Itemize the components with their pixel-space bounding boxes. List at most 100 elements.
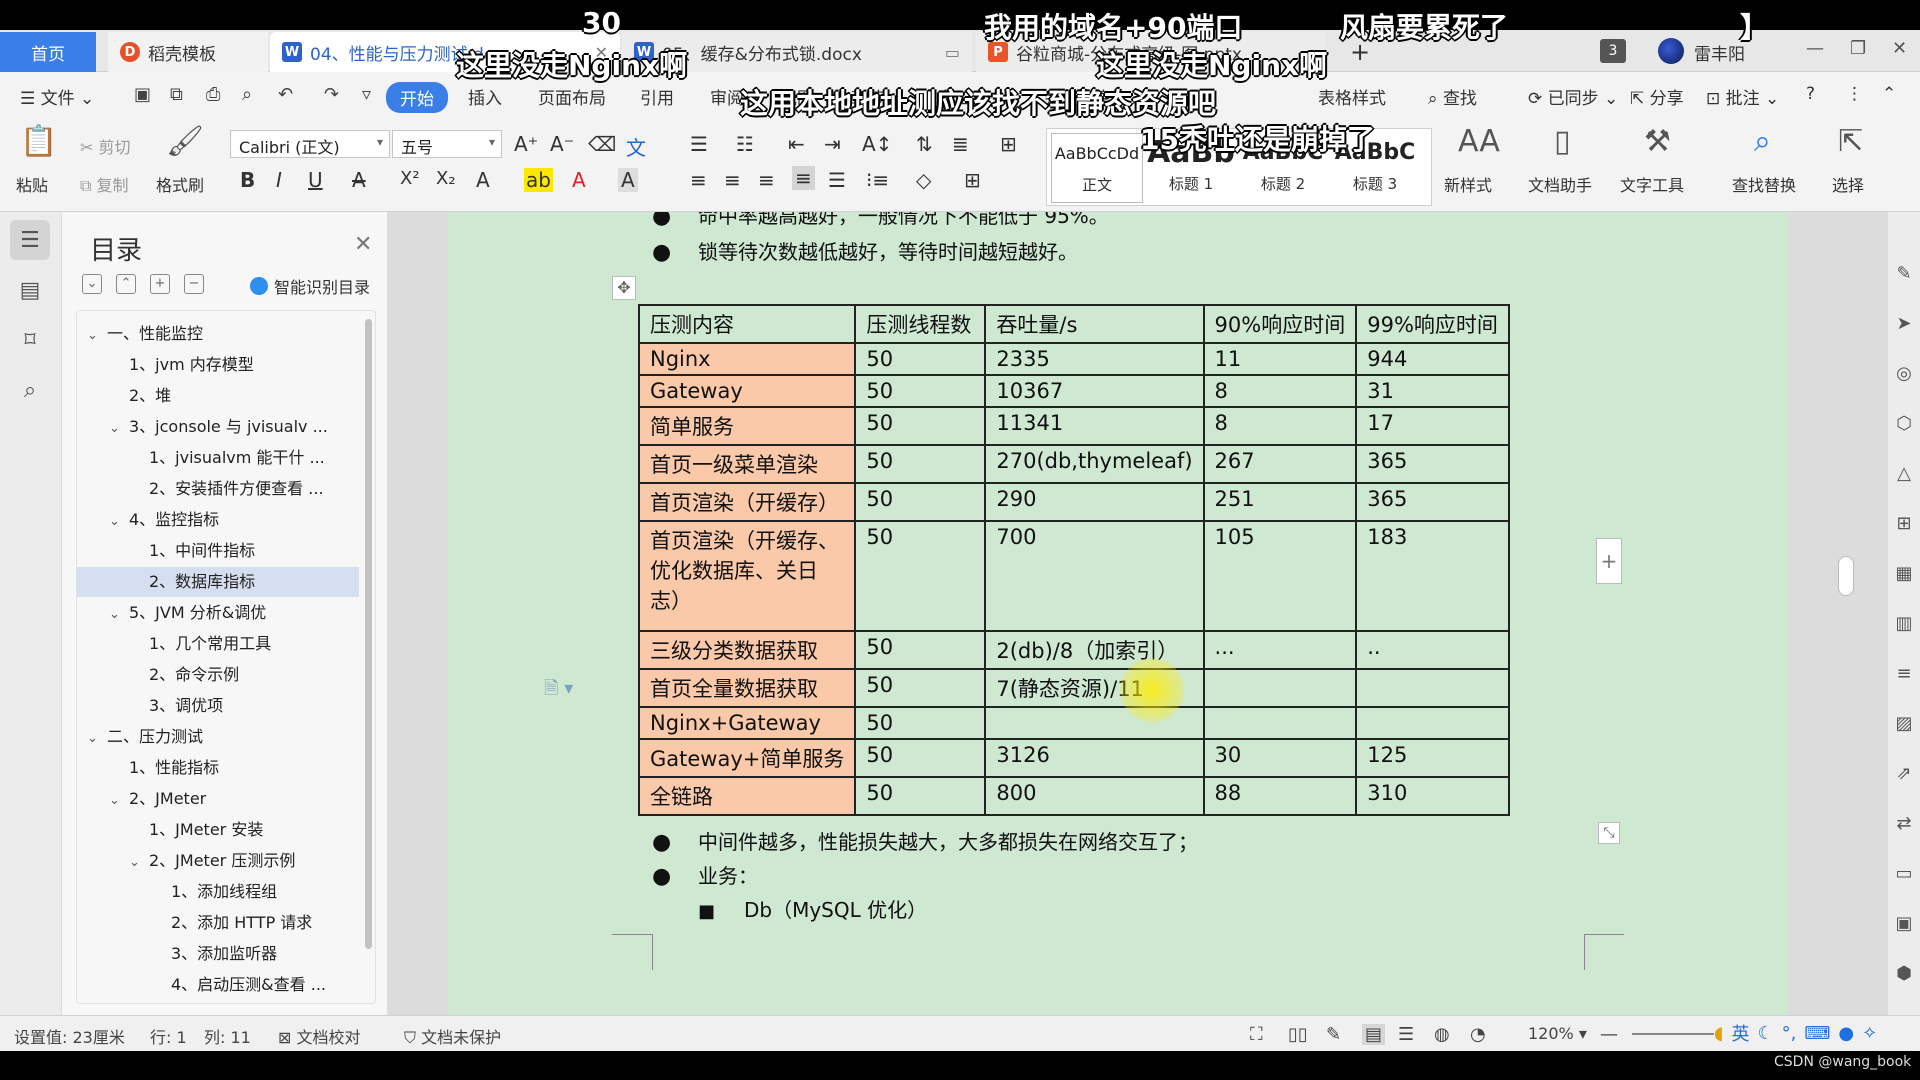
grow-font-icon[interactable]: A⁺ xyxy=(514,132,538,156)
chevron-down-icon[interactable]: ⌄ xyxy=(87,321,107,349)
table-cell[interactable]: Nginx+Gateway xyxy=(637,706,857,740)
undo-icon[interactable]: ↶ xyxy=(278,84,293,105)
table-cell[interactable]: 800 xyxy=(984,776,1205,816)
zoom-select[interactable]: 120% ▾ xyxy=(1528,1024,1587,1043)
toc-item[interactable]: ⌄ 二、压力测试 xyxy=(77,722,359,752)
menu-layout[interactable]: 页面布局 xyxy=(538,84,606,109)
table-cell[interactable]: 270(db,thymeleaf) xyxy=(984,444,1205,484)
table-cell[interactable]: 50 xyxy=(854,482,987,522)
table-cell[interactable]: 三级分类数据获取 xyxy=(637,630,857,670)
find-replace-button[interactable]: 查找替换 xyxy=(1732,172,1796,196)
toc-item[interactable]: ⌄ 5、JVM 分析&调优 xyxy=(77,598,359,628)
toc-item[interactable]: ⌄ 一、性能监控 xyxy=(77,319,359,349)
toc-item[interactable]: 3、添加监听器 xyxy=(77,939,359,969)
grid-icon[interactable]: ▦ xyxy=(1892,562,1916,586)
proof-button[interactable]: ⊠ 文档校对 xyxy=(278,1024,361,1048)
table-cell[interactable]: 11 xyxy=(1202,342,1358,376)
line-spacing-icon[interactable]: ≣ xyxy=(952,132,969,156)
table-cell[interactable]: 700 xyxy=(984,520,1205,632)
search-doc-icon[interactable]: ⌕ xyxy=(10,370,50,410)
table-cell[interactable] xyxy=(984,706,1205,740)
chart-icon[interactable]: ▥ xyxy=(1892,612,1916,636)
menu-reference[interactable]: 引用 xyxy=(640,84,674,109)
align-left-icon[interactable]: ≡ xyxy=(690,168,707,192)
toc-item[interactable]: 1、性能指标 xyxy=(77,753,359,783)
table-cell[interactable]: 105 xyxy=(1202,520,1358,632)
chevron-down-icon[interactable]: ⌄ xyxy=(87,724,107,752)
pinyin-icon[interactable]: 文 xyxy=(626,132,646,161)
table-cell[interactable]: 8 xyxy=(1202,406,1358,446)
table-cell[interactable]: 50 xyxy=(854,406,987,446)
table-cell[interactable]: 首页一级菜单渲染 xyxy=(637,444,857,484)
table-header-cell[interactable]: 压测线程数 xyxy=(854,304,987,344)
toc-collapse-icon[interactable]: ⌃ xyxy=(116,274,136,294)
document-scrollbar[interactable] xyxy=(1838,556,1854,596)
new-style-button[interactable]: 新样式 xyxy=(1444,172,1492,196)
print-preview-icon[interactable]: ⌕ xyxy=(242,84,252,105)
bold-icon[interactable]: B xyxy=(240,168,255,192)
numbered-list-icon[interactable]: ☷ xyxy=(736,132,754,156)
select-button[interactable]: 选择 xyxy=(1832,172,1864,196)
image-icon[interactable]: ▨ xyxy=(1892,712,1916,736)
avatar[interactable] xyxy=(1658,38,1684,64)
table-cell[interactable]: 11341 xyxy=(984,406,1205,446)
table-cell[interactable]: 50 xyxy=(854,738,987,778)
clear-format-icon[interactable]: ⌫ xyxy=(588,132,616,156)
toc-item[interactable]: ⌄ 2、JMeter 压测示例 xyxy=(77,846,359,876)
table-cell[interactable]: 183 xyxy=(1355,520,1510,632)
ime-toolbar[interactable]: ◖ 英 ☾ °, ⌨ ● ✧ xyxy=(1714,1018,1877,1048)
location-icon[interactable]: ◎ xyxy=(1892,362,1916,386)
write-mode-icon[interactable]: ✎ xyxy=(1326,1024,1341,1045)
menu-table-style[interactable]: 表格样式 xyxy=(1318,84,1386,109)
help-icon[interactable]: ? xyxy=(1806,84,1815,104)
align-right-icon[interactable]: ≡ xyxy=(758,168,775,192)
toc-add-icon[interactable]: + xyxy=(150,274,170,294)
menu-review[interactable]: 审阅 xyxy=(710,84,744,109)
tab-count-badge[interactable]: 3 xyxy=(1600,39,1626,63)
close-window-icon[interactable]: ✕ xyxy=(1892,38,1907,59)
toc-item[interactable]: 1、JMeter 安装 xyxy=(77,815,359,845)
toc-item[interactable]: ⌄ 3、jconsole 与 jvisualv ... xyxy=(77,412,359,442)
superscript-icon[interactable]: X² xyxy=(400,168,420,189)
underline-icon[interactable]: U xyxy=(308,168,323,192)
fullscreen-icon[interactable]: ⛶ xyxy=(1250,1024,1263,1045)
table-cell[interactable]: 50 xyxy=(854,520,987,632)
border-icon[interactable]: ⊞ xyxy=(964,168,981,192)
table-header-cell[interactable]: 压测内容 xyxy=(637,304,857,344)
tab-template[interactable]: D 稻壳模板 xyxy=(108,32,268,72)
table-cell[interactable]: 290 xyxy=(984,482,1205,522)
toc-item[interactable]: ⌄ 4、监控指标 xyxy=(77,505,359,535)
text-tools-button[interactable]: 文字工具 xyxy=(1620,172,1684,196)
menu-search[interactable]: ⌕ 查找 xyxy=(1428,84,1477,109)
user-name[interactable]: 雷丰阳 xyxy=(1694,40,1745,65)
sliders-icon[interactable]: ≡ xyxy=(1892,662,1916,686)
table-cell[interactable]: 首页渲染（开缓存、优化数据库、关日志） xyxy=(637,520,857,632)
format-painter-button[interactable]: 格式刷 xyxy=(156,172,204,196)
doc-assistant-icon[interactable]: ▯ xyxy=(1554,124,1571,159)
table-cell[interactable]: 50 xyxy=(854,374,987,408)
toc-item[interactable]: 1、jvm 内存模型 xyxy=(77,350,359,380)
table-cell[interactable] xyxy=(1202,706,1358,740)
font-size-select[interactable]: 五号 ▾ xyxy=(392,130,502,158)
paste-button[interactable]: 粘贴 xyxy=(16,172,48,196)
add-column-icon[interactable]: + xyxy=(1596,538,1622,584)
table-cell[interactable]: 2(db)/8（加索引） xyxy=(984,630,1205,670)
page-view-icon[interactable]: ▤ xyxy=(1362,1024,1386,1045)
italic-icon[interactable]: I xyxy=(276,168,282,192)
table-cell[interactable] xyxy=(1355,706,1510,740)
menu-start[interactable]: 开始 xyxy=(386,82,448,113)
table-cell[interactable]: 7(静态资源)/11 xyxy=(984,668,1205,708)
table-cell[interactable]: 全链路 xyxy=(637,776,857,816)
table-resize-icon[interactable]: ⤡ xyxy=(1598,822,1620,844)
more-icon[interactable]: ⋮ xyxy=(1846,84,1863,104)
decrease-indent-icon[interactable]: ⇤ xyxy=(788,132,805,156)
toc-item[interactable]: ⌄ 2、JMeter xyxy=(77,784,359,814)
strikethrough-icon[interactable]: A xyxy=(352,168,366,192)
toc-expand-icon[interactable]: ⌄ xyxy=(82,274,102,294)
toc-scrollbar[interactable] xyxy=(365,319,372,949)
style-normal[interactable]: AaBbCcDd 正文 xyxy=(1051,133,1143,203)
toc-item[interactable]: 2、数据库指标 xyxy=(77,567,359,597)
protect-button[interactable]: ⛉ 文档未保护 xyxy=(404,1024,501,1048)
bookmark-icon[interactable]: ⌑ xyxy=(10,320,50,360)
zoom-slider[interactable] xyxy=(1632,1033,1714,1035)
